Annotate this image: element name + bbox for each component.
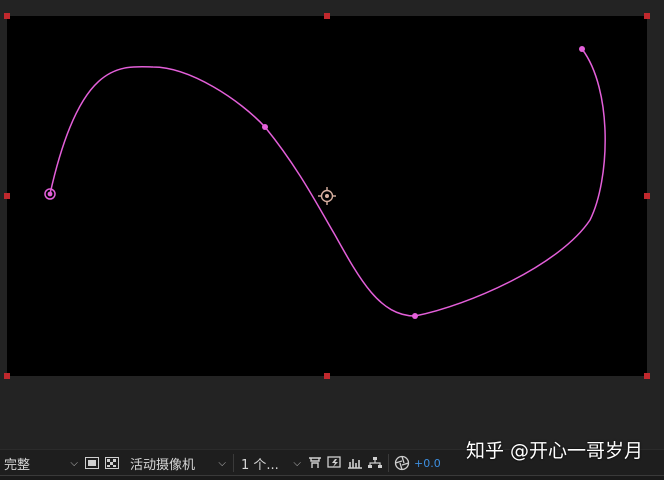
layer-handle-top-left[interactable] xyxy=(4,13,10,19)
reset-view-icon[interactable] xyxy=(305,452,325,474)
layer-handle-middle-right[interactable] xyxy=(644,193,650,199)
toolbar-divider xyxy=(233,454,234,472)
timeline-icon[interactable] xyxy=(345,452,365,474)
views-dropdown[interactable]: 1 个... ⌵ xyxy=(237,452,305,474)
resolution-dropdown[interactable]: 完整 ⌵ xyxy=(0,452,82,474)
camera-dropdown[interactable]: 活动摄像机 ⌵ xyxy=(126,452,230,474)
layer-handle-top-center[interactable] xyxy=(324,13,330,19)
panel-bottom-edge xyxy=(0,475,664,480)
composition-canvas[interactable] xyxy=(0,0,664,448)
views-value: 1 个... xyxy=(241,457,279,473)
flowchart-icon[interactable] xyxy=(365,452,385,474)
exposure-value[interactable]: +0.0 xyxy=(414,457,441,470)
exposure-reset-icon[interactable] xyxy=(392,452,412,474)
keyframe-point[interactable] xyxy=(262,124,268,130)
chevron-down-icon: ⌵ xyxy=(293,457,301,469)
transparency-grid-icon[interactable] xyxy=(102,452,122,474)
keyframe-start-point xyxy=(47,191,53,197)
chevron-down-icon: ⌵ xyxy=(218,457,226,469)
layer-handle-bottom-right[interactable] xyxy=(644,373,650,379)
keyframe-point[interactable] xyxy=(579,46,585,52)
toolbar-divider xyxy=(388,454,389,472)
region-of-interest-icon[interactable] xyxy=(82,452,102,474)
camera-value: 活动摄像机 xyxy=(130,457,196,473)
watermark-text: 知乎 @开心一哥岁月 xyxy=(466,440,644,462)
layer-handle-bottom-center[interactable] xyxy=(324,373,330,379)
fast-preview-icon[interactable] xyxy=(325,452,345,474)
layer-handle-top-right[interactable] xyxy=(644,13,650,19)
layer-handle-middle-left[interactable] xyxy=(4,193,10,199)
resolution-value: 完整 xyxy=(4,457,31,473)
chevron-down-icon: ⌵ xyxy=(70,457,78,469)
composition-viewer[interactable] xyxy=(0,0,664,448)
layer-handle-bottom-left[interactable] xyxy=(4,373,10,379)
keyframe-point[interactable] xyxy=(412,313,418,319)
